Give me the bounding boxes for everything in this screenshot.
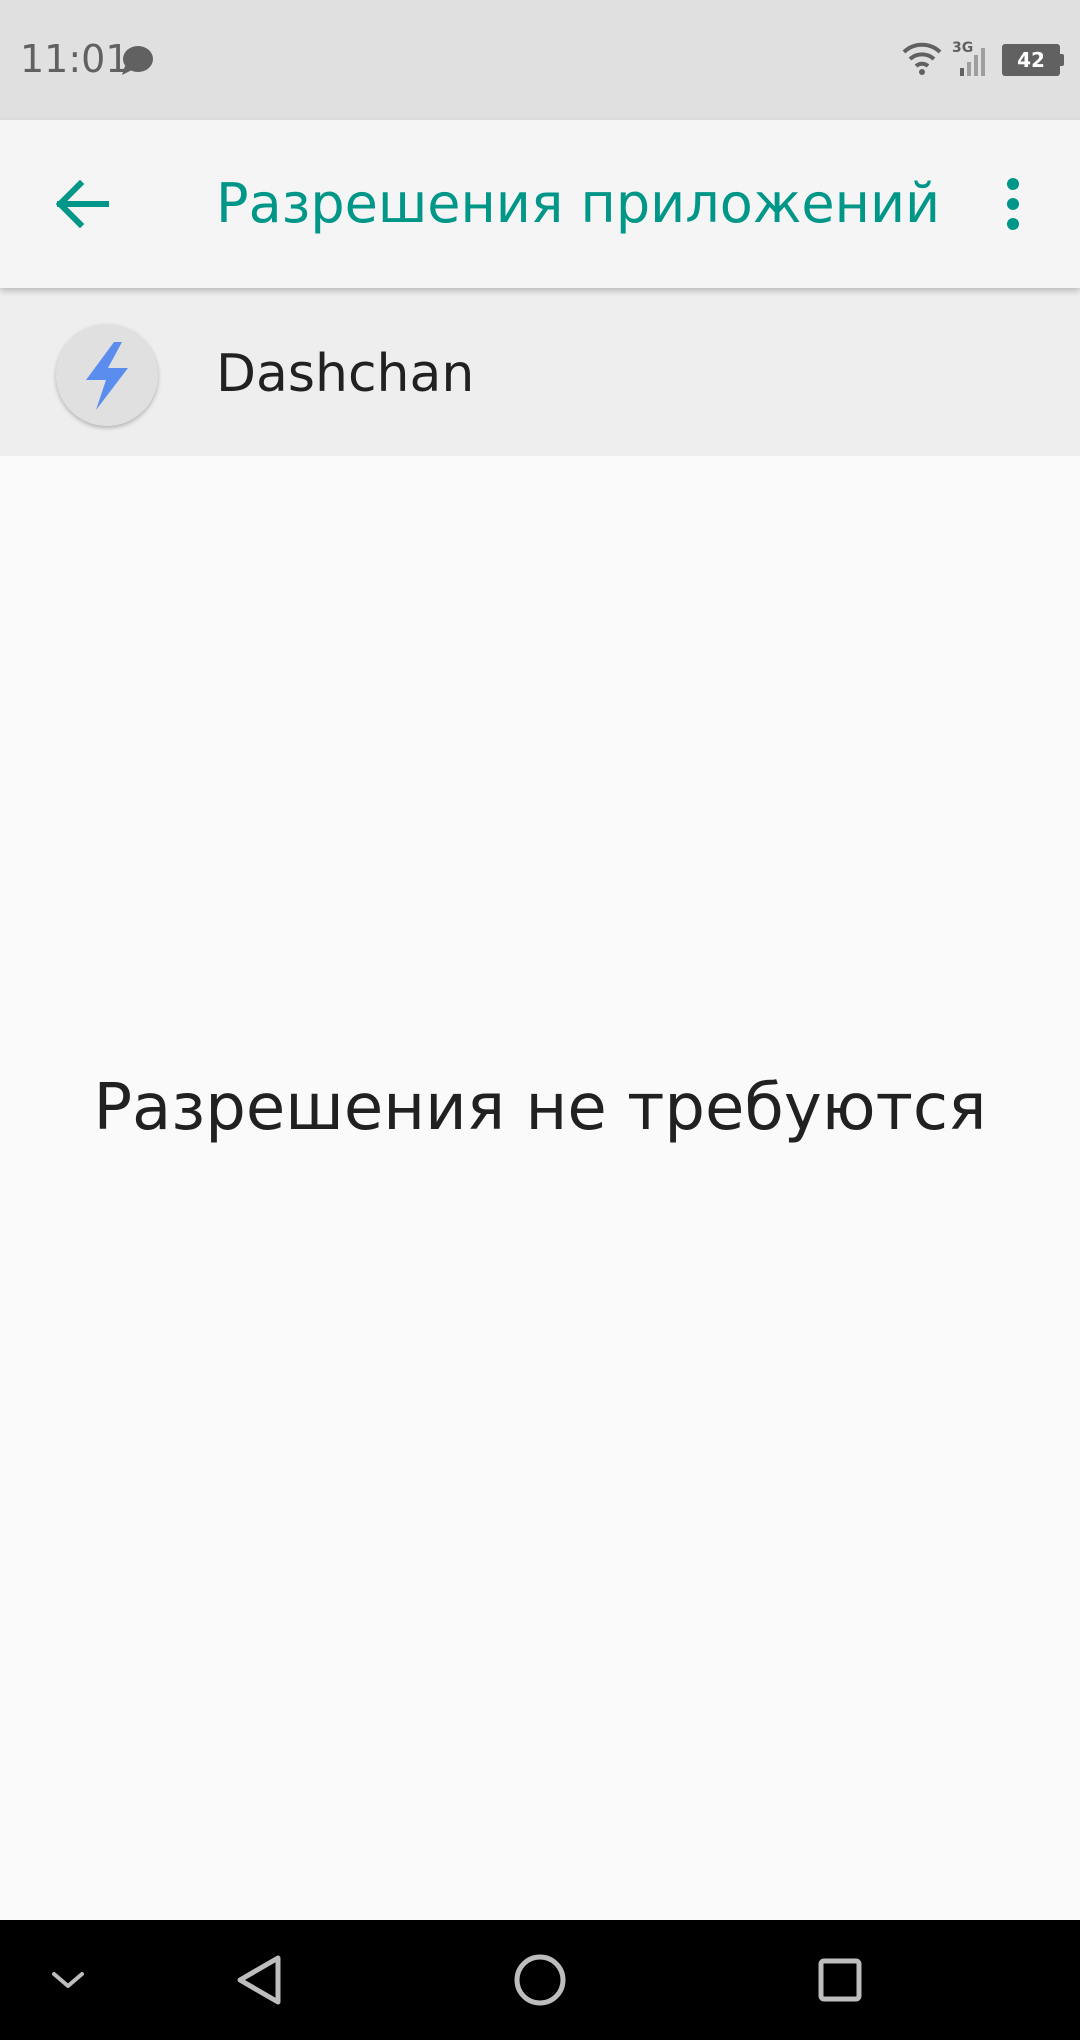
battery-level: 42 [1017,48,1045,72]
home-circle-icon[interactable] [500,1940,580,2020]
more-vert-icon-dot-3 [1007,218,1019,230]
battery-icon: 42 [1002,44,1064,76]
more-vert-icon-dot-2 [1007,198,1019,210]
chat-bubble-icon [122,46,153,75]
collapse-chevron-icon[interactable] [28,1940,108,2020]
more-options-button[interactable] [990,174,1036,234]
wifi-icon [902,42,942,75]
more-vert-icon-dot-1 [1007,178,1019,190]
navigation-bar [0,1920,1080,2040]
app-name: Dashchan [216,344,475,404]
battery-tip [1060,54,1064,66]
cell-signal-icon [960,48,985,76]
back-triangle-icon[interactable] [220,1940,300,2020]
app-header: Dashchan [0,288,1080,456]
app-permissions-screen: 11:01 3G 42 Разрешения приложений Dashch… [0,0,1080,2040]
recents-square-icon[interactable] [800,1940,880,2020]
lightning-bolt-icon [86,342,128,410]
status-time: 11:01 [20,37,130,81]
status-bar: 11:01 3G 42 [0,0,1080,120]
app-icon [56,324,158,426]
page-title: Разрешения приложений [216,172,941,235]
back-button[interactable] [40,164,120,244]
empty-state-message: Разрешения не требуются [93,1071,987,1145]
arrow-back-icon [55,179,109,229]
app-bar: Разрешения приложений [0,120,1080,288]
